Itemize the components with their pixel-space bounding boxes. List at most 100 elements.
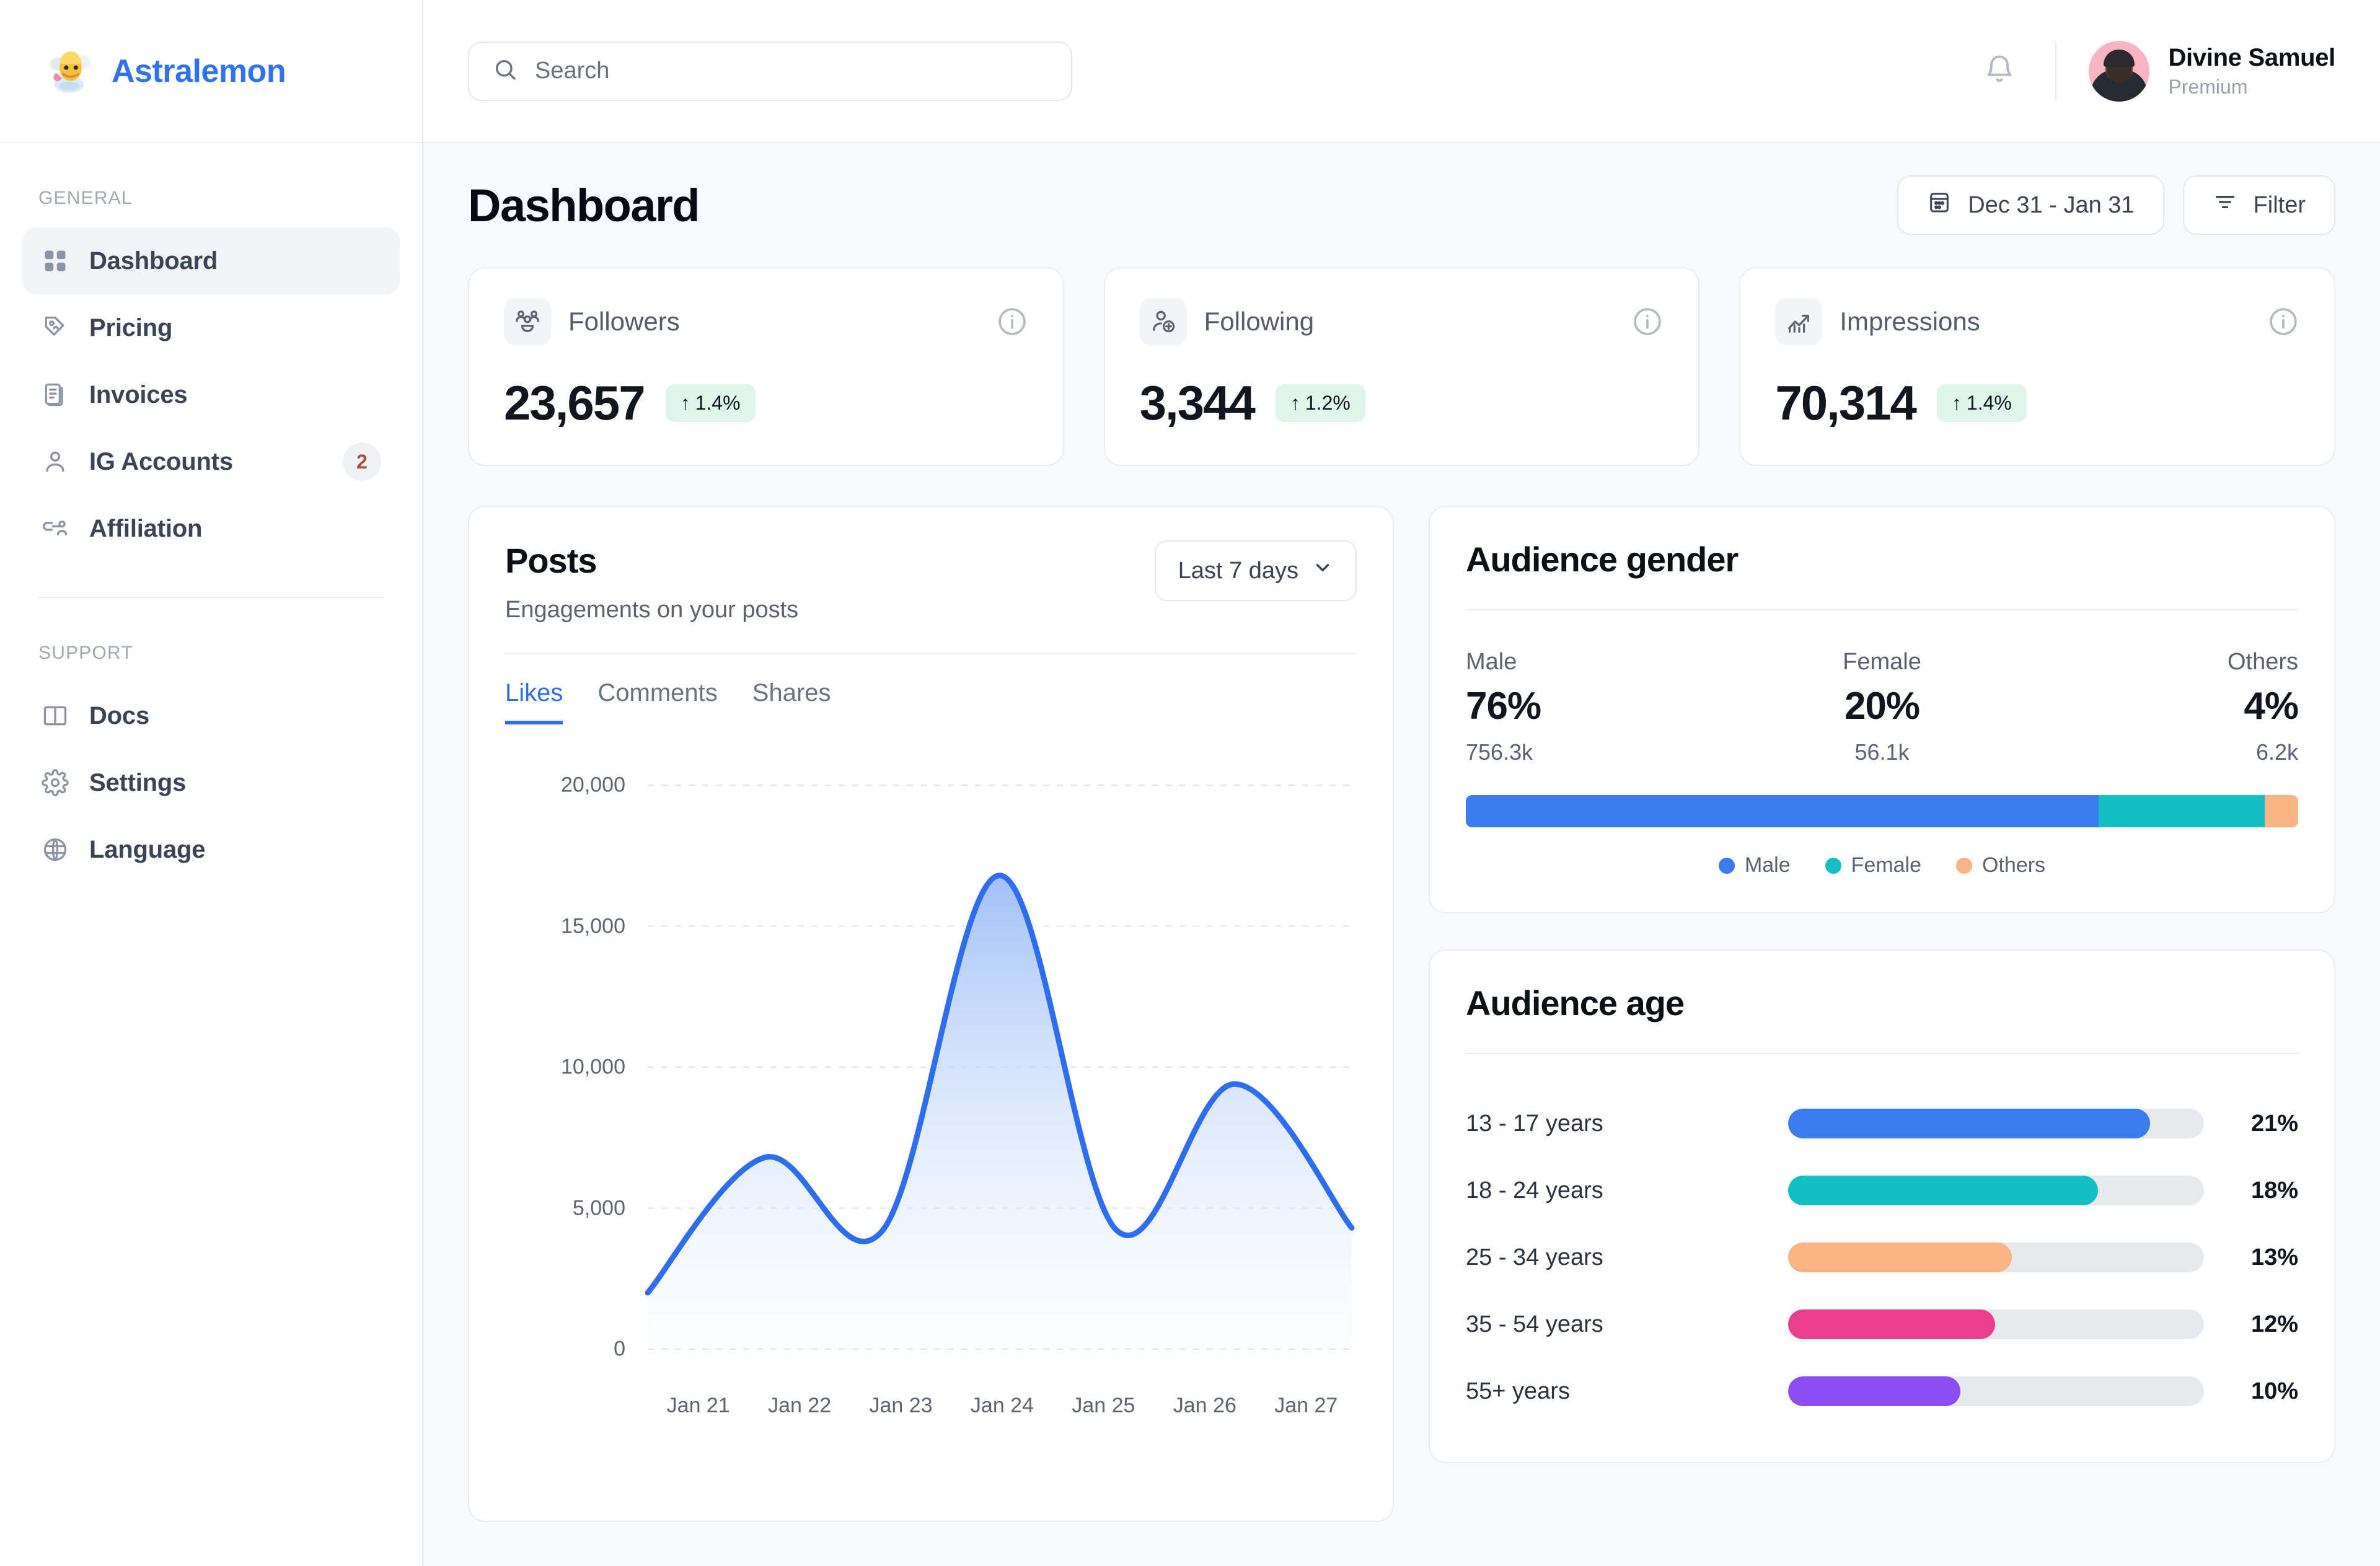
chart-y-tick: 10,000 [561, 1055, 625, 1079]
sidebar-item-docs[interactable]: Docs [22, 682, 400, 749]
posts-range-select[interactable]: Last 7 days [1154, 540, 1357, 601]
sidebar-item-dashboard-label: Dashboard [89, 247, 218, 275]
brand-header[interactable]: Astralemon [0, 0, 422, 143]
astralemon-logo-icon [47, 48, 94, 95]
sidebar-item-language[interactable]: Language [22, 816, 400, 883]
sidebar-item-settings[interactable]: Settings [22, 749, 400, 816]
sidebar-item-affiliation[interactable]: Affiliation [22, 495, 400, 562]
stat-delta-impressions: ↑ 1.4% [1936, 384, 2027, 422]
search-box[interactable] [468, 41, 1072, 101]
age-row-fill [1788, 1176, 2099, 1205]
chart-y-tick: 15,000 [561, 914, 625, 938]
stat-delta-value-followers: 1.4% [695, 392, 741, 414]
posts-tabs: Likes Comments Shares [505, 654, 1357, 724]
chart-x-tick: Jan 25 [1072, 1394, 1135, 1417]
gender-legend-item: Female [1825, 853, 1921, 878]
sidebar-item-pricing[interactable]: Pricing [22, 294, 400, 361]
age-row: 55+ years 10% [1466, 1358, 2298, 1425]
gender-others-pct: 4% [2244, 685, 2299, 728]
stat-cards: Followers 23,657 ↑ 1.4% Following 3,344 … [468, 267, 2336, 466]
stat-delta-value-following: 1.2% [1305, 392, 1351, 414]
bell-icon [1983, 53, 2016, 89]
search-icon [493, 57, 518, 85]
gender-legend: Male Female Others [1466, 853, 2298, 878]
following-icon [1139, 298, 1187, 345]
arrow-up-icon: ↑ [680, 392, 690, 414]
page-actions: Dec 31 - Jan 31 Filter [1897, 175, 2335, 235]
posts-subtitle: Engagements on your posts [505, 597, 799, 623]
nav-section-general-label: GENERAL [38, 188, 133, 208]
age-divider [1466, 1053, 2298, 1054]
user-menu[interactable]: Divine Samuel Premium [2089, 40, 2335, 102]
date-range-button[interactable]: Dec 31 - Jan 31 [1897, 175, 2164, 235]
chart-x-tick: Jan 22 [768, 1394, 832, 1417]
audience-age-panel: Audience age 13 - 17 years 21% 18 - 24 yea… [1429, 949, 2335, 1463]
age-row-label: 55+ years [1466, 1378, 1570, 1404]
arrow-up-icon: ↑ [1951, 392, 1962, 414]
stat-value-following: 3,344 [1139, 376, 1256, 430]
age-rows: 13 - 17 years 21% 18 - 24 years 18% 25 - 34 … [1466, 1090, 2298, 1425]
stat-value-impressions: 70,314 [1775, 376, 1917, 430]
user-plan: Premium [2168, 75, 2248, 98]
stat-delta-value-impressions: 1.4% [1966, 392, 2012, 414]
age-row-label: 35 - 54 years [1466, 1311, 1603, 1337]
sidebar-item-language-label: Language [89, 835, 206, 863]
invoice-icon [41, 381, 69, 409]
user-icon [41, 447, 69, 476]
sidebar-item-docs-label: Docs [89, 702, 150, 729]
gender-legend-item: Male [1718, 853, 1791, 878]
gender-divider [1466, 609, 2298, 610]
gender-legend-label: Male [1744, 853, 1791, 877]
age-row-label: 25 - 34 years [1466, 1244, 1603, 1270]
sidebar-item-invoices[interactable]: Invoices [22, 361, 400, 428]
info-icon[interactable] [996, 306, 1028, 338]
page-header: Dashboard Dec 31 - Jan 31 Filter [468, 175, 2335, 235]
sidebar-item-affiliation-label: Affiliation [89, 514, 203, 542]
gender-bar-segment-others [2265, 795, 2298, 827]
chart-y-tick: 20,000 [561, 773, 625, 797]
brand-name: Astralemon [112, 53, 286, 89]
sidebar-item-settings-label: Settings [89, 768, 187, 796]
gender-female-abs: 56.1k [1854, 739, 1910, 765]
page-title: Dashboard [468, 179, 700, 231]
audience-column: Audience gender Male 76% 756.3k Female 2… [1429, 506, 2335, 1522]
chart-y-axis: 0 5,000 10,000 15,000 20,000 [505, 760, 635, 1380]
posts-title: Posts [505, 541, 597, 580]
age-row: 13 - 17 years 21% [1466, 1090, 2298, 1157]
age-row-pct: 10% [2250, 1378, 2298, 1404]
tab-shares[interactable]: Shares [752, 679, 831, 724]
sidebar-item-ig-accounts-label: IG Accounts [89, 447, 233, 475]
sidebar: Astralemon GENERAL Dashboard Pricing Inv… [0, 0, 423, 1566]
age-row-pct: 13% [2250, 1244, 2298, 1270]
stat-card-following: Following 3,344 ↑ 1.2% [1103, 267, 1700, 466]
legend-dot-icon [1718, 857, 1735, 874]
user-name: Divine Samuel [2168, 43, 2335, 71]
legend-dot-icon [1956, 857, 1973, 874]
gear-icon [41, 768, 69, 797]
search-input[interactable] [535, 58, 1047, 84]
gender-male-pct: 76% [1466, 685, 1541, 728]
notifications-button[interactable] [1971, 43, 2028, 100]
gender-group-male: Male 76% 756.3k [1466, 649, 1743, 765]
legend-dot-icon [1825, 857, 1841, 874]
age-row-track [1788, 1309, 2204, 1339]
date-range-label: Dec 31 - Jan 31 [1968, 191, 2135, 218]
audience-age-title: Audience age [1466, 983, 1685, 1023]
gender-legend-label: Others [1982, 853, 2046, 877]
info-icon[interactable] [1631, 306, 1664, 338]
gender-group-female: Female 20% 56.1k [1743, 649, 2021, 765]
age-row-fill [1788, 1376, 1960, 1406]
gender-male-label: Male [1466, 649, 1517, 675]
tab-comments[interactable]: Comments [597, 679, 717, 724]
tab-likes[interactable]: Likes [505, 679, 563, 724]
topbar: Divine Samuel Premium [423, 0, 2380, 143]
age-row-track [1788, 1243, 2204, 1272]
stat-label-impressions: Impressions [1840, 307, 1980, 336]
sidebar-item-dashboard[interactable]: Dashboard [22, 227, 400, 294]
filter-button[interactable]: Filter [2182, 175, 2335, 235]
info-icon[interactable] [2267, 306, 2299, 338]
sidebar-item-ig-accounts[interactable]: IG Accounts 2 [22, 428, 400, 495]
gender-legend-label: Female [1851, 853, 1922, 877]
age-row-track [1788, 1109, 2204, 1138]
age-row-pct: 18% [2250, 1177, 2298, 1203]
